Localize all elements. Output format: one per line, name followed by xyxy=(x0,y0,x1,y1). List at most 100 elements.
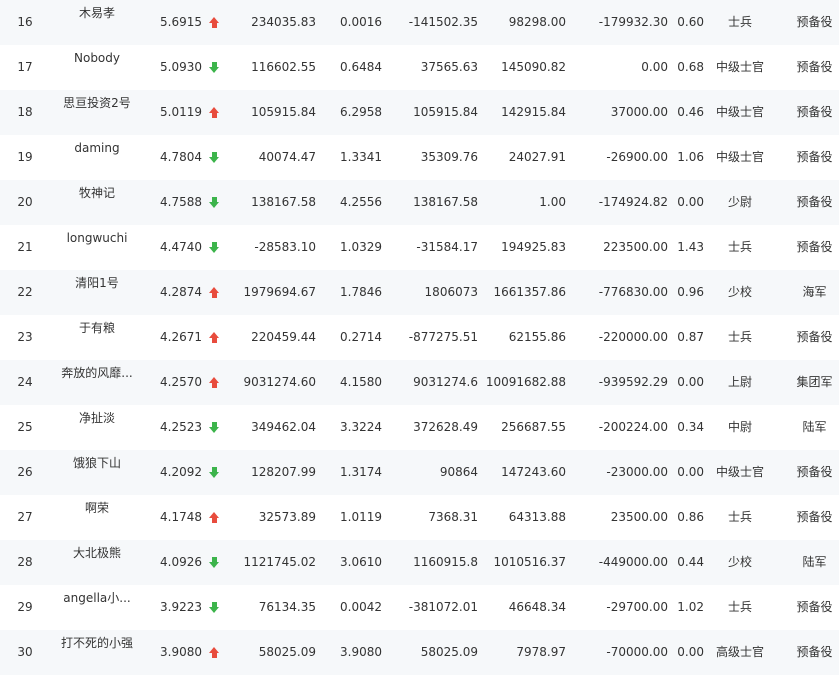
rank-cell: 18 xyxy=(17,105,33,119)
table-row[interactable]: 25 净扯淡 4.2523 349462.04 3.3224 372628.49 25668… xyxy=(0,405,839,450)
value-e-cell: -70000.00 xyxy=(606,645,668,659)
service-branch-cell: 陆军 xyxy=(802,555,827,569)
service-branch-cell: 预备役 xyxy=(796,15,833,29)
value-c-cell: 58025.09 xyxy=(420,645,478,659)
table-row[interactable]: 27 啊荣 4.1748 32573.89 1.0119 7368.31 64313.88 2… xyxy=(0,495,839,540)
table-row[interactable]: 23 于有粮 4.2671 220459.44 0.2714 -877275.51 6215… xyxy=(0,315,839,360)
value-a-cell: 349462.04 xyxy=(251,420,316,434)
trend-cell xyxy=(206,360,222,405)
value-f-cell: 0.86 xyxy=(677,510,704,524)
military-rank-cell: 士兵 xyxy=(727,15,752,29)
score-cell: 4.1748 xyxy=(160,510,202,524)
trend-cell xyxy=(206,45,222,90)
value-b-cell: 1.7846 xyxy=(340,285,382,299)
value-f-cell: 1.43 xyxy=(677,240,704,254)
trader-name[interactable]: 木易孝 xyxy=(52,3,142,23)
value-a-cell: 128207.99 xyxy=(251,465,316,479)
trend-cell xyxy=(206,495,222,540)
military-rank-cell: 中级士官 xyxy=(715,60,764,74)
trader-name[interactable]: 净扯淡 xyxy=(52,408,142,428)
value-b-cell: 6.2958 xyxy=(340,105,382,119)
trader-name[interactable]: 大北极熊 xyxy=(52,543,142,563)
value-f-cell: 1.06 xyxy=(677,150,704,164)
value-d-cell: 10091682.88 xyxy=(485,375,566,389)
table-row[interactable]: 19 daming 4.7804 40074.47 1.3341 35309.76 2402… xyxy=(0,135,839,180)
trader-name[interactable]: Nobody xyxy=(52,48,142,68)
table-row[interactable]: 16 木易孝 5.6915 234035.83 0.0016 -141502.35 9829… xyxy=(0,0,839,45)
value-e-cell: 223500.00 xyxy=(603,240,668,254)
service-branch-cell: 预备役 xyxy=(796,330,833,344)
table-row[interactable]: 29 angella小... 3.9223 76134.35 0.0042 -381072… xyxy=(0,585,839,630)
arrow-down-icon xyxy=(208,466,220,479)
table-row[interactable]: 22 清阳1号 4.2874 1979694.67 1.7846 1806073 16613… xyxy=(0,270,839,315)
arrow-down-icon xyxy=(208,61,220,74)
value-e-cell: -23000.00 xyxy=(606,465,668,479)
score-cell: 4.4740 xyxy=(160,240,202,254)
value-d-cell: 64313.88 xyxy=(508,510,566,524)
value-e-cell: -220000.00 xyxy=(598,330,668,344)
score-cell: 3.9080 xyxy=(160,645,202,659)
rank-cell: 26 xyxy=(17,465,33,479)
trader-name[interactable]: longwuchi xyxy=(52,228,142,248)
value-c-cell: 1160915.8 xyxy=(413,555,478,569)
trend-cell xyxy=(206,405,222,450)
arrow-up-icon xyxy=(208,376,220,389)
rank-cell: 16 xyxy=(17,15,33,29)
military-rank-cell: 中级士官 xyxy=(715,150,764,164)
score-cell: 4.2570 xyxy=(160,375,202,389)
trader-name[interactable]: 清阳1号 xyxy=(52,273,142,293)
value-c-cell: 138167.58 xyxy=(413,195,478,209)
value-e-cell: -174924.82 xyxy=(598,195,668,209)
score-cell: 5.6915 xyxy=(160,15,202,29)
rank-cell: 17 xyxy=(17,60,33,74)
trader-name[interactable]: angella小... xyxy=(52,588,142,608)
value-b-cell: 3.3224 xyxy=(340,420,382,434)
value-c-cell: -877275.51 xyxy=(408,330,478,344)
trader-name[interactable]: daming xyxy=(52,138,142,158)
score-cell: 5.0930 xyxy=(160,60,202,74)
service-branch-cell: 预备役 xyxy=(796,600,833,614)
trader-name[interactable]: 思亘投资2号 xyxy=(52,93,142,113)
military-rank-cell: 中级士官 xyxy=(715,465,764,479)
table-row[interactable]: 18 思亘投资2号 5.0119 105915.84 6.2958 105915.84 14… xyxy=(0,90,839,135)
value-f-cell: 0.96 xyxy=(677,285,704,299)
table-row[interactable]: 20 牧神记 4.7588 138167.58 4.2556 138167.58 1.00 -… xyxy=(0,180,839,225)
table-row[interactable]: 21 longwuchi 4.4740 -28583.10 1.0329 -31584.1… xyxy=(0,225,839,270)
value-f-cell: 0.34 xyxy=(677,420,704,434)
table-row[interactable]: 28 大北极熊 4.0926 1121745.02 3.0610 1160915.8 101… xyxy=(0,540,839,585)
rank-cell: 25 xyxy=(17,420,33,434)
value-a-cell: 9031274.60 xyxy=(243,375,316,389)
score-cell: 4.7588 xyxy=(160,195,202,209)
arrow-up-icon xyxy=(208,331,220,344)
value-e-cell: 0.00 xyxy=(641,60,668,74)
rank-cell: 23 xyxy=(17,330,33,344)
trend-cell xyxy=(206,225,222,270)
value-c-cell: 37565.63 xyxy=(420,60,478,74)
trader-name[interactable]: 饿狼下山 xyxy=(52,453,142,473)
trader-name[interactable]: 于有粮 xyxy=(52,318,142,338)
table-row[interactable]: 24 奔放的风靡... 4.2570 9031274.60 4.1580 9031274.… xyxy=(0,360,839,405)
table-row[interactable]: 26 饿狼下山 4.2092 128207.99 1.3174 90864 147243.6… xyxy=(0,450,839,495)
rank-cell: 19 xyxy=(17,150,33,164)
score-cell: 4.7804 xyxy=(160,150,202,164)
value-d-cell: 1661357.86 xyxy=(493,285,566,299)
service-branch-cell: 预备役 xyxy=(796,150,833,164)
trader-name[interactable]: 奔放的风靡... xyxy=(52,363,142,383)
trend-cell xyxy=(206,180,222,225)
rank-cell: 21 xyxy=(17,240,33,254)
arrow-down-icon xyxy=(208,421,220,434)
service-branch-cell: 预备役 xyxy=(796,510,833,524)
trader-name[interactable]: 打不死的小强 xyxy=(52,633,142,653)
value-b-cell: 0.2714 xyxy=(340,330,382,344)
trader-name[interactable]: 啊荣 xyxy=(52,498,142,518)
table-row[interactable]: 17 Nobody 5.0930 116602.55 0.6484 37565.63 145… xyxy=(0,45,839,90)
military-rank-cell: 中级士官 xyxy=(715,105,764,119)
value-f-cell: 0.00 xyxy=(677,375,704,389)
value-c-cell: 7368.31 xyxy=(428,510,478,524)
table-row[interactable]: 30 打不死的小强 3.9080 58025.09 3.9080 58025.09 7978… xyxy=(0,630,839,675)
value-b-cell: 1.0119 xyxy=(340,510,382,524)
trader-name[interactable]: 牧神记 xyxy=(52,183,142,203)
rank-cell: 28 xyxy=(17,555,33,569)
value-d-cell: 194925.83 xyxy=(501,240,566,254)
value-b-cell: 3.9080 xyxy=(340,645,382,659)
